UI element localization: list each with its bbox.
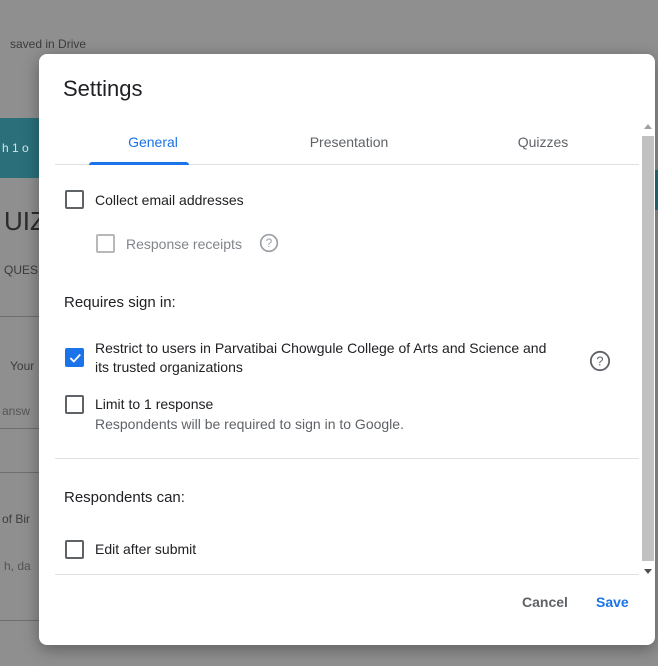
scroll-thumb[interactable]: [642, 136, 654, 561]
cancel-button[interactable]: Cancel: [522, 594, 568, 610]
settings-dialog: Settings General Presentation Quizzes Co…: [39, 54, 655, 645]
bg-fragment: answ: [2, 404, 31, 418]
scroll-down-arrow-icon[interactable]: [644, 569, 652, 574]
content-scrollbar[interactable]: [641, 124, 655, 574]
help-icon[interactable]: ?: [259, 233, 279, 253]
check-icon: [69, 353, 81, 363]
bg-fragment: h, da: [4, 559, 31, 573]
save-status: saved in Drive: [10, 37, 87, 51]
requires-sign-in-heading: Requires sign in:: [64, 294, 176, 311]
settings-tabs: General Presentation Quizzes: [55, 120, 639, 165]
bg-fragment: Your: [10, 359, 35, 373]
svg-text:?: ?: [266, 237, 273, 250]
svg-text:?: ?: [596, 354, 603, 369]
tab-general[interactable]: General: [55, 120, 251, 165]
limit-response-checkbox[interactable]: [65, 395, 84, 414]
scroll-up-arrow-icon[interactable]: [644, 124, 652, 129]
help-icon[interactable]: ?: [589, 350, 611, 372]
edit-after-submit-checkbox[interactable]: [65, 540, 84, 559]
bg-fragment: h 1 o: [2, 141, 29, 155]
bg-fragment: of Bir: [2, 512, 31, 526]
restrict-users-label-line1: Restrict to users in Parvatibai Chowgule…: [95, 340, 547, 356]
restrict-users-label-line2: its trusted organizations: [95, 359, 243, 375]
bg-fragment: QUES: [4, 263, 39, 277]
restrict-users-checkbox[interactable]: [65, 348, 84, 367]
limit-response-label: Limit to 1 response: [95, 396, 214, 412]
limit-response-sublabel: Respondents will be required to sign in …: [95, 416, 404, 432]
active-tab-indicator: [89, 162, 189, 165]
section-divider: [55, 458, 639, 459]
settings-content: Collect email addresses Response receipt…: [55, 166, 639, 574]
tab-presentation[interactable]: Presentation: [251, 120, 447, 165]
save-button[interactable]: Save: [596, 594, 629, 610]
response-receipts-label: Response receipts: [126, 236, 242, 252]
footer-divider: [55, 574, 639, 575]
collect-email-label: Collect email addresses: [95, 192, 244, 208]
dialog-title: Settings: [63, 76, 143, 101]
edit-after-submit-label: Edit after submit: [95, 541, 197, 557]
collect-email-checkbox[interactable]: [65, 190, 84, 209]
tab-quizzes[interactable]: Quizzes: [447, 120, 639, 165]
response-receipts-checkbox[interactable]: [96, 234, 115, 253]
respondents-can-heading: Respondents can:: [64, 489, 185, 506]
